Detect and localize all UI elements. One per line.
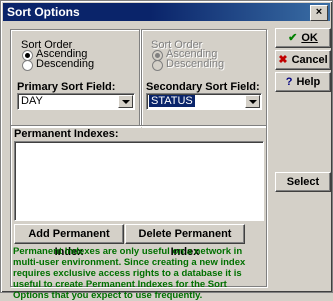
help-button[interactable]: ? Help: [275, 72, 331, 92]
help-label: Help: [296, 76, 321, 88]
secondary-sort-field-label: Secondary Sort Field:: [146, 81, 260, 93]
descending-label[interactable]: Descending: [36, 58, 94, 70]
permanent-indexes-label: Permanent Indexes:: [14, 128, 119, 140]
primary-sort-field-select[interactable]: DAY: [17, 93, 135, 110]
dialog-title: Sort Options: [7, 5, 80, 19]
ok-button[interactable]: ✔ OK: [275, 28, 331, 48]
secondary-descending-radio: [152, 60, 163, 71]
cross-icon: ✖: [278, 54, 288, 66]
delete-permanent-index-button[interactable]: Delete Permanent Index: [125, 224, 245, 258]
close-button[interactable]: ×: [310, 5, 328, 21]
question-icon: ?: [285, 76, 293, 88]
add-permanent-index-button[interactable]: Add Permanent Index: [14, 224, 124, 258]
secondary-sort-field-value: STATUS: [149, 95, 195, 107]
primary-sort-field-label: Primary Sort Field:: [17, 81, 116, 93]
secondary-descending-label: Descending: [166, 58, 225, 70]
chevron-down-icon[interactable]: [245, 95, 260, 108]
secondary-sort-field-select[interactable]: STATUS: [146, 93, 262, 110]
checkmark-icon: ✔: [288, 32, 298, 44]
dialog-window: Sort Options × Sort Order Ascending Desc…: [0, 0, 333, 301]
permanent-indexes-list[interactable]: [14, 141, 264, 221]
chevron-down-icon[interactable]: [118, 95, 133, 108]
cancel-label: Cancel: [291, 54, 328, 66]
primary-sort-field-value: DAY: [21, 95, 43, 107]
descending-radio[interactable]: [22, 60, 33, 71]
title-bar[interactable]: Sort Options ×: [3, 3, 330, 21]
ok-label: OK: [301, 32, 318, 44]
select-button[interactable]: Select: [275, 172, 331, 192]
cancel-button[interactable]: ✖ Cancel: [275, 50, 331, 70]
